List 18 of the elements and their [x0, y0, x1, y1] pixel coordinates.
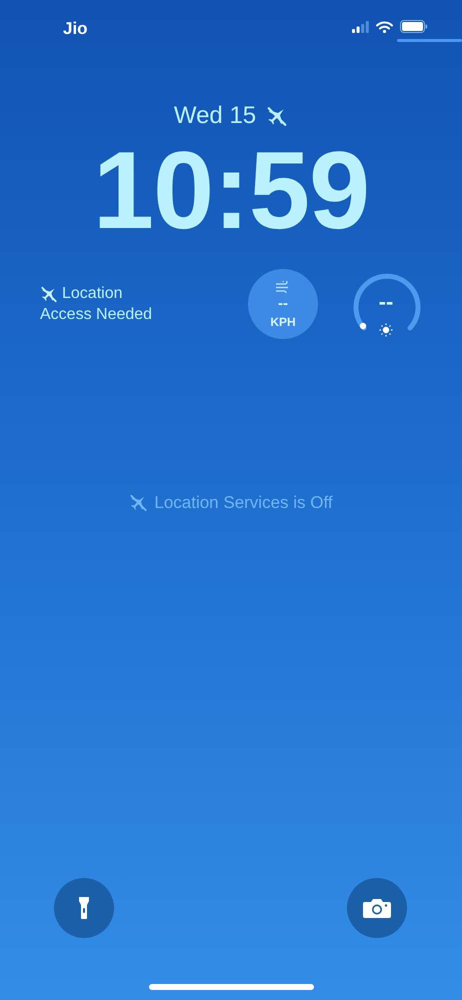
- airplane-slash-icon: [266, 105, 288, 127]
- battery-icon: [400, 20, 428, 33]
- airplane-slash-icon: [40, 284, 58, 302]
- wind-speed: --: [278, 296, 288, 310]
- flashlight-icon: [79, 897, 89, 919]
- wind-icon: [275, 280, 291, 292]
- gauge-value: --: [378, 291, 394, 313]
- date-text: Wed 15: [174, 104, 256, 128]
- widget-text: Access Needed: [40, 305, 152, 325]
- airplane-slash-icon: [129, 493, 148, 512]
- wifi-icon: [376, 20, 393, 32]
- notice-text: Location Services is Off: [154, 492, 333, 514]
- signal-icon: [352, 20, 369, 32]
- camera-icon: [363, 898, 391, 918]
- carrier-name: Jio: [63, 20, 88, 37]
- speed-unit: KPH: [270, 316, 296, 328]
- widget-text: Location: [62, 284, 122, 304]
- clock-time: 10:59: [92, 136, 370, 246]
